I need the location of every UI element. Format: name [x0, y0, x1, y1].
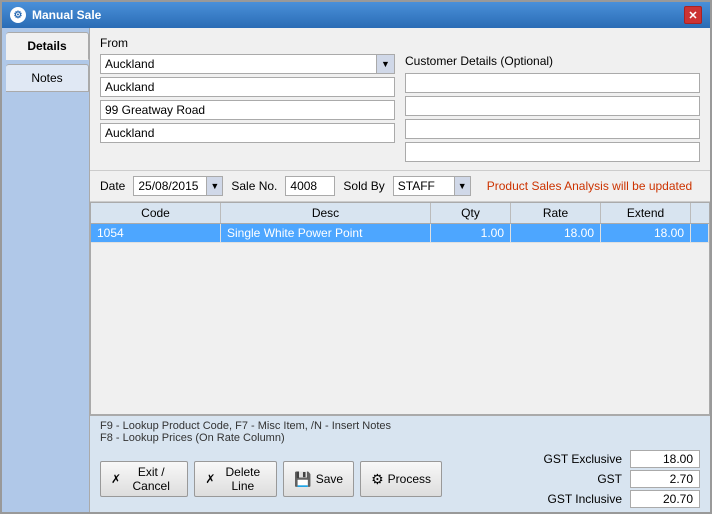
gst-exclusive-label: GST Exclusive [522, 452, 622, 466]
date-label: Date [100, 179, 125, 193]
tab-details[interactable]: Details [6, 32, 89, 60]
main-window: ⚙ Manual Sale ✕ Details Notes From ▼ [0, 0, 712, 514]
gst-value: 2.70 [630, 470, 700, 488]
footer-buttons-row: ✗ Exit / Cancel ✗ Delete Line 💾 Save [90, 446, 710, 512]
customer-line2[interactable] [405, 96, 700, 116]
table-body: 1054 Single White Power Point 1.00 18.00… [91, 224, 709, 414]
saleno-input[interactable] [285, 176, 335, 196]
footer-hints: F9 - Lookup Product Code, F7 - Misc Item… [90, 416, 710, 446]
gst-row: GST 2.70 [450, 470, 700, 488]
gst-exclusive-row: GST Exclusive 18.00 [450, 450, 700, 468]
customer-line3[interactable] [405, 119, 700, 139]
soldby-wrap[interactable]: ▼ [393, 176, 471, 196]
saleno-label: Sale No. [231, 179, 277, 193]
soldby-input[interactable] [394, 178, 454, 194]
table-row[interactable]: 1054 Single White Power Point 1.00 18.00… [91, 224, 709, 243]
customer-line1[interactable] [405, 73, 700, 93]
from-section: From ▼ Customer Details (Optional) [90, 28, 710, 171]
process-label: Process [388, 472, 431, 486]
right-panel: From ▼ Customer Details (Optional) [90, 28, 710, 512]
date-input-wrap[interactable]: ▼ [133, 176, 223, 196]
save-label: Save [316, 472, 343, 486]
col-scroll [691, 203, 709, 223]
col-qty: Qty [431, 203, 511, 223]
process-icon: ⚙ [371, 471, 384, 488]
delete-line-button[interactable]: ✗ Delete Line [194, 461, 277, 497]
from-address: ▼ [100, 54, 395, 143]
window-icon: ⚙ [10, 7, 26, 23]
window-title: Manual Sale [32, 8, 101, 22]
analysis-text: Product Sales Analysis will be updated [487, 179, 692, 193]
cell-extend: 18.00 [601, 224, 691, 242]
city-dropdown[interactable]: ▼ [100, 54, 395, 74]
gst-exclusive-value: 18.00 [630, 450, 700, 468]
col-extend: Extend [601, 203, 691, 223]
customer-details: Customer Details (Optional) [405, 54, 700, 162]
exit-cancel-button[interactable]: ✗ Exit / Cancel [100, 461, 188, 497]
exit-icon: ✗ [111, 472, 121, 486]
gst-inclusive-value: 20.70 [630, 490, 700, 508]
col-desc: Desc [221, 203, 431, 223]
gst-label: GST [522, 472, 622, 486]
cell-rate: 18.00 [511, 224, 601, 242]
cell-scroll [691, 224, 709, 242]
customer-line4[interactable] [405, 142, 700, 162]
cell-desc: Single White Power Point [221, 224, 431, 242]
table-header: Code Desc Qty Rate Extend [91, 203, 709, 224]
delete-label: Delete Line [219, 465, 266, 493]
footer-buttons: ✗ Exit / Cancel ✗ Delete Line 💾 Save [100, 461, 442, 497]
delete-icon: ✗ [205, 472, 215, 486]
soldby-arrow[interactable]: ▼ [454, 177, 470, 195]
customer-label: Customer Details (Optional) [405, 54, 700, 68]
process-button[interactable]: ⚙ Process [360, 461, 442, 497]
cell-qty: 1.00 [431, 224, 511, 242]
hint1: F9 - Lookup Product Code, F7 - Misc Item… [100, 420, 391, 432]
date-dropdown-arrow[interactable]: ▼ [206, 177, 222, 195]
soldby-label: Sold By [343, 179, 384, 193]
hint2: F8 - Lookup Prices (On Rate Column) [100, 432, 391, 444]
gst-inclusive-row: GST Inclusive 20.70 [450, 490, 700, 508]
city-input[interactable] [101, 56, 376, 72]
footer-section: F9 - Lookup Product Code, F7 - Misc Item… [90, 415, 710, 512]
close-button[interactable]: ✕ [684, 6, 702, 24]
col-code: Code [91, 203, 221, 223]
main-content: Details Notes From ▼ [2, 28, 710, 512]
date-input[interactable] [134, 178, 206, 194]
tab-notes[interactable]: Notes [6, 64, 89, 92]
gst-inclusive-label: GST Inclusive [522, 492, 622, 506]
left-panel: Details Notes [2, 28, 90, 512]
save-button[interactable]: 💾 Save [283, 461, 354, 497]
col-rate: Rate [511, 203, 601, 223]
title-bar: ⚙ Manual Sale ✕ [2, 2, 710, 28]
save-icon: 💾 [294, 471, 311, 488]
totals-section: GST Exclusive 18.00 GST 2.70 GST Inclusi… [450, 450, 700, 508]
date-section: Date ▼ Sale No. Sold By ▼ Product Sales … [90, 171, 710, 202]
address1-input[interactable] [100, 77, 395, 97]
city-dropdown-arrow[interactable]: ▼ [376, 55, 394, 73]
exit-label: Exit / Cancel [125, 465, 177, 493]
product-table: Code Desc Qty Rate Extend 1054 Single Wh… [90, 202, 710, 415]
from-label: From [100, 36, 700, 50]
cell-code: 1054 [91, 224, 221, 242]
address2-input[interactable] [100, 100, 395, 120]
address3-input[interactable] [100, 123, 395, 143]
